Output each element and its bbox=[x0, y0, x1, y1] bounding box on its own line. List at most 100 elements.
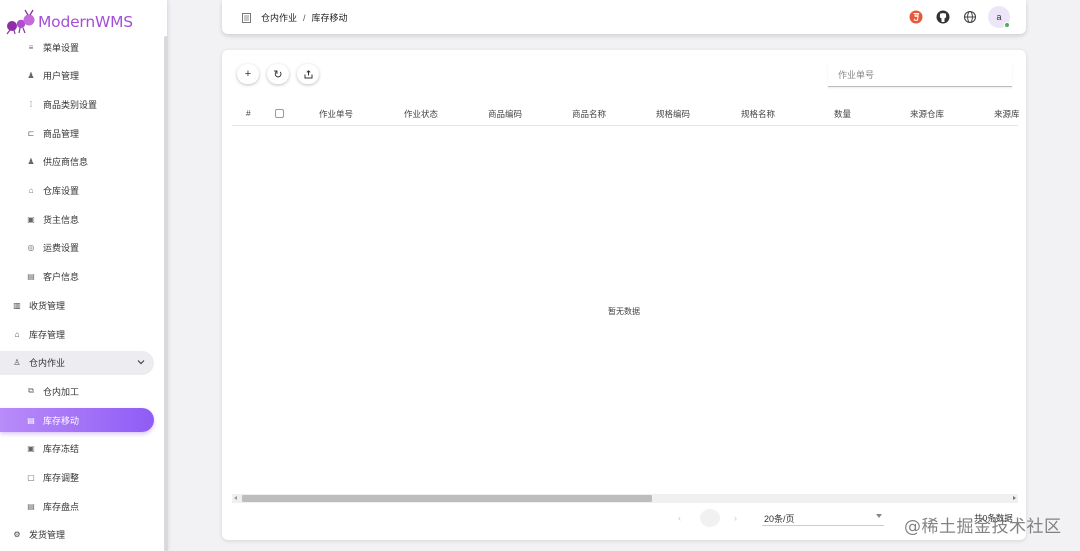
sidebar-item-label: 库存调整 bbox=[43, 473, 80, 483]
sidebar-item-label: 库存盘点 bbox=[43, 501, 80, 512]
count-icon: ▤ bbox=[27, 501, 35, 511]
category-grid-icon: ⁞ bbox=[29, 99, 33, 109]
warehouse-icon: ⌂ bbox=[28, 186, 34, 195]
add-button[interactable]: + bbox=[237, 64, 259, 84]
sidebar-item[interactable]: ⚙ 发货管理 bbox=[0, 523, 154, 547]
sidebar-item-label: 客户信息 bbox=[43, 272, 80, 283]
menu-list-icon: ≡ bbox=[28, 42, 34, 52]
freight-icon: ◎ bbox=[27, 243, 35, 253]
watermark: @稀土掘金技术社区 bbox=[904, 517, 1062, 537]
breadcrumb-separator: / bbox=[303, 12, 306, 23]
content-card: + ↻ # 作业单号 作业状态 商品编码 商品名称 规格编码 规格名称 数量 来… bbox=[222, 50, 1026, 540]
ship-icon: ⚙ bbox=[13, 530, 21, 540]
customer-icon: ▤ bbox=[27, 272, 35, 282]
github-icon[interactable] bbox=[931, 6, 955, 28]
sidebar-item-label: 菜单设置 bbox=[43, 42, 80, 53]
sidebar-item[interactable]: ◎ 运费设置 bbox=[0, 236, 154, 260]
app-logo[interactable]: ModernWMS bbox=[6, 8, 133, 36]
user-icon: ♟ bbox=[27, 71, 35, 81]
sidebar-item[interactable]: ♟ 供应商信息 bbox=[0, 150, 154, 174]
stock-icon: ⌂ bbox=[14, 329, 20, 339]
sidebar-item-label: 用户管理 bbox=[43, 71, 80, 82]
refresh-button[interactable]: ↻ bbox=[267, 64, 289, 84]
avatar-initial: a bbox=[996, 12, 1002, 22]
breadcrumb-current: 库存移动 bbox=[311, 13, 348, 23]
top-header: 仓内作业 / 库存移动 a bbox=[222, 0, 1026, 34]
sidebar-item-label: 货主信息 bbox=[43, 214, 80, 225]
export-button[interactable] bbox=[297, 64, 319, 84]
sidebar-item[interactable]: ⌂ 库存管理 bbox=[0, 322, 154, 346]
sidebar: ModernWMS ≡ 菜单设置 ♟ 用户管理 ⁞ 商品类别设置 ⊏ 商品管理 ♟ 供应商信息 ⌂ 仓… bbox=[0, 0, 168, 551]
column-job-no[interactable]: 作业单号 bbox=[319, 108, 353, 120]
current-page-button[interactable] bbox=[700, 509, 720, 527]
sidebar-item[interactable]: ▣ 库存冻结 bbox=[0, 437, 154, 461]
breadcrumb-item[interactable]: 仓内作业 bbox=[261, 11, 297, 24]
column-qty[interactable]: 数量 bbox=[834, 108, 851, 120]
sidebar-item-label: 发货管理 bbox=[29, 530, 66, 541]
sidebar-item-label: 仓库设置 bbox=[43, 186, 80, 196]
empty-state: 暂无数据 bbox=[608, 307, 640, 316]
sidebar-item[interactable]: ▤ 客户信息 bbox=[0, 265, 154, 289]
chevron-down-icon bbox=[876, 514, 882, 518]
select-all-checkbox[interactable] bbox=[275, 109, 284, 118]
user-avatar[interactable]: a bbox=[988, 6, 1010, 28]
sidebar-item[interactable]: ▤ 库存盘点 bbox=[0, 494, 154, 518]
search-field[interactable] bbox=[828, 63, 1012, 87]
worker-icon: ♙ bbox=[13, 358, 21, 368]
sidebar-item-label: 运费设置 bbox=[43, 243, 80, 254]
sidebar-item-label: 库存管理 bbox=[29, 329, 66, 340]
sidebar-item[interactable]: ⁞ 商品类别设置 bbox=[0, 92, 154, 116]
column-source-warehouse[interactable]: 来源仓库 bbox=[910, 108, 944, 120]
horizontal-scrollbar[interactable] bbox=[232, 494, 1018, 503]
column-sku-code[interactable]: 商品编码 bbox=[488, 108, 522, 120]
column-job-status[interactable]: 作业状态 bbox=[404, 108, 438, 120]
chevron-down-icon[interactable] bbox=[136, 357, 146, 367]
sidebar-item[interactable]: ≡ 菜单设置 bbox=[0, 35, 154, 59]
lock-icon: ▣ bbox=[27, 444, 35, 454]
next-page-icon[interactable]: › bbox=[734, 513, 737, 523]
header-actions: a bbox=[901, 6, 1010, 28]
column-spec-code[interactable]: 规格编码 bbox=[656, 108, 690, 120]
sidebar-item-label: 商品管理 bbox=[43, 128, 80, 139]
export-icon bbox=[304, 69, 312, 78]
scroll-right-arrow[interactable] bbox=[1013, 496, 1016, 500]
sidebar-item[interactable]: ▥ 收货管理 bbox=[0, 293, 154, 317]
sidebar-item[interactable]: ⧉ 仓内加工 bbox=[0, 379, 154, 403]
receive-icon: ▥ bbox=[13, 300, 21, 310]
sidebar-item[interactable]: ▣ 货主信息 bbox=[0, 207, 154, 231]
process-icon: ⧉ bbox=[28, 386, 34, 396]
sidebar-item[interactable]: ⊏ 商品管理 bbox=[0, 121, 154, 145]
app-name: ModernWMS bbox=[38, 13, 133, 31]
column-source-location[interactable]: 来源库 bbox=[994, 108, 1020, 120]
column-sku-name[interactable]: 商品名称 bbox=[572, 108, 606, 120]
page-size-select[interactable]: 20条/页 bbox=[762, 508, 884, 526]
column-index: # bbox=[246, 108, 251, 118]
sidebar-scrollbar[interactable] bbox=[164, 36, 168, 551]
scroll-thumb[interactable] bbox=[242, 495, 652, 502]
supplier-icon: ♟ bbox=[27, 157, 35, 167]
column-spec-name[interactable]: 规格名称 bbox=[741, 108, 775, 120]
sidebar-item-label: 商品类别设置 bbox=[43, 99, 98, 110]
html5-icon[interactable] bbox=[904, 6, 928, 28]
sidebar-item-label: 仓内作业 bbox=[29, 358, 66, 369]
sidebar-item-label: 供应商信息 bbox=[43, 157, 89, 168]
prev-page-icon[interactable]: ‹ bbox=[678, 513, 681, 523]
sidebar-item[interactable]: ▢ 库存调整 bbox=[0, 466, 154, 490]
sidebar-item[interactable]: ♟ 用户管理 bbox=[0, 64, 154, 88]
sidebar-item[interactable]: ♙ 仓内作业 bbox=[0, 350, 154, 375]
globe-icon[interactable] bbox=[958, 6, 982, 28]
breadcrumb: 仓内作业 / 库存移动 bbox=[242, 11, 348, 24]
owner-card-icon: ▣ bbox=[27, 214, 35, 224]
ant-logo-icon bbox=[6, 9, 35, 35]
sidebar-item-label: 库存冻结 bbox=[43, 444, 80, 455]
search-input[interactable] bbox=[828, 63, 1012, 86]
sidebar-item-label: 仓内加工 bbox=[43, 386, 80, 397]
online-status-dot bbox=[1004, 22, 1010, 28]
sidebar-item[interactable]: ▤ 库存移动 bbox=[0, 408, 154, 433]
sidebar-item[interactable]: ⌂ 仓库设置 bbox=[0, 179, 154, 203]
sidebar-item-label: 库存移动 bbox=[43, 415, 80, 426]
page-size-value: 20条/页 bbox=[764, 514, 795, 524]
cart-icon: ⊏ bbox=[27, 128, 35, 138]
table-header: # 作业单号 作业状态 商品编码 商品名称 规格编码 规格名称 数量 来源仓库 … bbox=[232, 100, 1020, 126]
scroll-left-arrow[interactable] bbox=[234, 496, 237, 500]
